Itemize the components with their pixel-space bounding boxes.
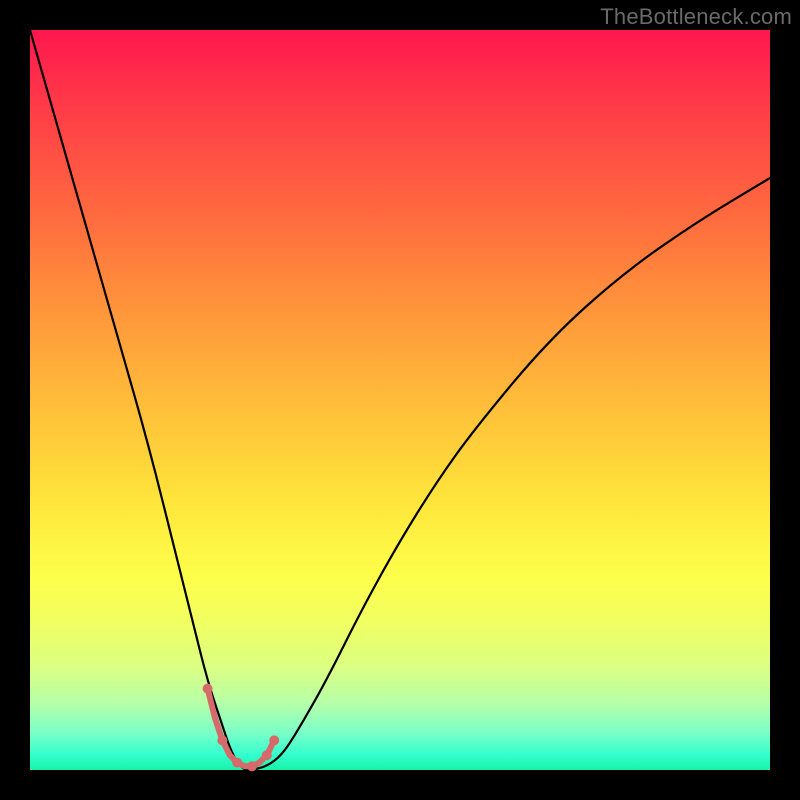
chart-frame: TheBottleneck.com: [0, 0, 800, 800]
marker-cluster: [203, 684, 280, 772]
marker-dot: [203, 684, 213, 694]
plot-area: [30, 30, 770, 770]
marker-dot: [262, 750, 272, 760]
bottleneck-curve: [30, 30, 770, 770]
marker-dot: [217, 735, 227, 745]
watermark-text: TheBottleneck.com: [600, 4, 792, 30]
marker-dot: [232, 758, 242, 768]
marker-dot: [269, 735, 279, 745]
marker-dot: [247, 761, 257, 771]
curve-layer: [30, 30, 770, 770]
